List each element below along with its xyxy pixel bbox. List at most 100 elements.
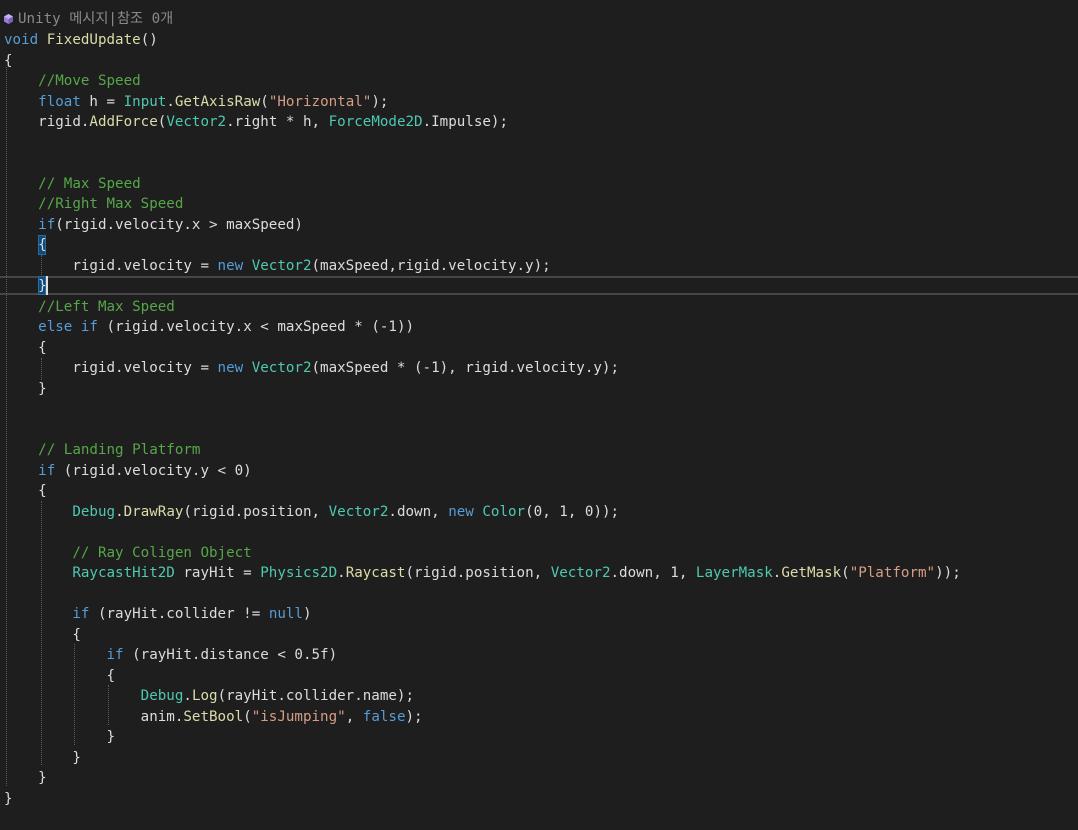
code-token: if [38,462,56,479]
code-token: . [183,688,192,704]
code-token: ( [260,93,269,110]
code-line[interactable]: //Right Max Speed [4,194,183,215]
code-token: } [38,770,47,786]
code-token: void [4,32,39,48]
code-token: float [38,93,81,110]
code-token: if [38,216,56,233]
code-token: ForceMode2D [328,114,423,130]
code-token: anim. [4,708,184,725]
code-token: ); [371,93,389,110]
code-token: if [106,647,124,663]
code-line[interactable]: if (rayHit.collider != null) [4,604,311,625]
code-line[interactable]: if (rigid.velocity.y < 0) [4,461,252,482]
code-token: //Right Max Speed [38,196,184,212]
code-line[interactable]: if (rayHit.distance < 0.5f) [4,645,338,666]
code-line[interactable]: { [4,51,13,72]
code-token: rigid.velocity = [4,360,218,376]
code-token: Vector2 [251,360,312,376]
code-token: "Horizontal" [268,93,372,110]
code-token: Raycast [345,565,406,581]
code-token: Debug [72,503,116,520]
code-token: (rigid.velocity.x < maxSpeed * (-1)) [97,319,415,335]
code-token: Vector2 [166,114,227,130]
code-line[interactable]: anim.SetBool("isJumping", false); [4,707,423,728]
code-line[interactable]: RaycastHit2D rayHit = Physics2D.Raycast(… [4,563,961,584]
code-token: . [115,503,124,520]
code-token: } [106,729,116,745]
code-line[interactable]: } [4,727,116,748]
code-token: SetBool [183,708,244,725]
code-token: { [38,483,47,499]
code-line[interactable]: } [4,789,13,810]
code-token: false [362,708,406,725]
code-line[interactable]: { [4,338,47,359]
code-line[interactable]: // Landing Platform [4,440,200,461]
code-token: LayerMask [695,565,773,581]
code-token: (0, 1, 0)); [525,503,620,520]
code-token: Physics2D [260,565,338,581]
code-token: } [4,790,13,807]
code-line[interactable]: void FixedUpdate() [4,30,158,51]
code-token: //Left Max Speed [38,298,175,315]
code-token: } [72,749,81,766]
code-token: ( [841,565,850,581]
code-line[interactable]: { [4,625,81,646]
code-line[interactable]: } [4,768,47,789]
code-editor[interactable]: Unity 메시지|참조 0개 void FixedUpdate(){ //Mo… [0,0,1078,830]
code-token: (rayHit.distance < 0.5f) [123,647,338,663]
code-line[interactable]: } [4,379,47,400]
unity-icon [4,14,13,24]
code-line[interactable]: rigid.velocity = new Vector2(maxSpeed * … [4,358,619,379]
code-token: // Ray Coligen Object [72,544,252,561]
code-token: . [166,93,175,110]
code-token: AddForce [89,114,158,130]
code-line[interactable]: { [4,666,116,687]
code-line[interactable]: rigid.AddForce(Vector2.right * h, ForceM… [4,112,508,133]
code-token: // Landing Platform [38,442,201,458]
code-token: { [4,52,13,69]
code-token: //Move Speed [38,73,141,89]
code-line[interactable]: else if (rigid.velocity.x < maxSpeed * (… [4,317,414,338]
code-line[interactable]: rigid.velocity = new Vector2(maxSpeed,ri… [4,256,550,277]
code-line[interactable]: { [4,235,47,256]
code-token: RaycastHit2D [72,565,175,581]
code-token: Input [123,93,167,110]
code-line[interactable]: // Ray Coligen Object [4,543,252,564]
code-token: Vector2 [550,565,611,581]
code-line[interactable]: // Max Speed [4,174,141,195]
code-line[interactable]: Debug.Log(rayHit.collider.name); [4,686,414,707]
code-token: GetMask [781,565,842,581]
code-line[interactable]: if(rigid.velocity.x > maxSpeed) [4,215,303,236]
code-token: else [38,319,73,335]
code-token: (rayHit.collider != [89,606,269,622]
code-line[interactable]: { [4,481,47,502]
code-token: h = [80,93,124,110]
code-line[interactable]: Debug.DrawRay(rigid.position, Vector2.do… [4,502,619,523]
code-token: , [345,708,363,725]
code-line[interactable]: //Move Speed [4,71,141,92]
code-token: new [217,257,244,274]
code-token: .down, 1, [610,565,696,581]
code-token: "Platform" [849,565,936,581]
code-token: )); [935,565,961,581]
code-line[interactable]: } [4,748,81,769]
codelens-references[interactable]: Unity 메시지|참조 0개 [18,9,173,30]
code-line[interactable]: } [4,276,47,297]
code-token: "isJumping" [251,708,346,725]
code-token: .right * h, [226,114,329,130]
code-line[interactable]: float h = Input.GetAxisRaw("Horizontal")… [4,92,388,113]
code-line[interactable]: //Left Max Speed [4,297,175,318]
